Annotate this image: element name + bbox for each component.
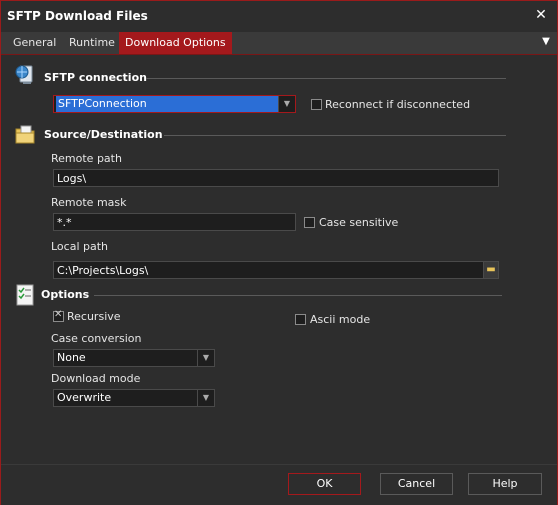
- close-button[interactable]: ✕: [531, 5, 551, 25]
- ascii-mode-label: Ascii mode: [310, 313, 371, 326]
- tab-runtime[interactable]: Runtime: [63, 32, 121, 54]
- remote-path-label: Remote path: [51, 152, 122, 165]
- remote-mask-label: Remote mask: [51, 196, 127, 209]
- chevron-down-icon: ▼: [278, 96, 295, 112]
- section-divider: [94, 295, 502, 296]
- dialog-window: SFTP Download Files ✕ General Runtime Do…: [0, 0, 558, 505]
- download-options-panel: SFTP connection SFTPConnection ▼ Reconne…: [4, 55, 554, 465]
- local-path-label: Local path: [51, 240, 109, 253]
- reconnect-checkbox[interactable]: [311, 99, 322, 110]
- download-mode-select[interactable]: Overwrite ▼: [53, 389, 215, 407]
- checklist-icon: [14, 283, 36, 306]
- remote-mask-input[interactable]: *.*: [53, 213, 296, 231]
- recursive-checkbox[interactable]: [53, 309, 64, 322]
- case-conversion-label: Case conversion: [51, 332, 142, 345]
- tab-menu-icon[interactable]: ▼: [539, 36, 553, 50]
- sftp-connection-select[interactable]: SFTPConnection ▼: [53, 95, 296, 113]
- tab-general[interactable]: General: [7, 32, 62, 54]
- sftp-connection-value: SFTPConnection: [56, 96, 278, 112]
- chevron-down-icon: ▼: [197, 390, 214, 406]
- help-button[interactable]: Help: [468, 473, 542, 495]
- section-divider: [146, 78, 506, 79]
- cancel-button[interactable]: Cancel: [380, 473, 453, 495]
- reconnect-label: Reconnect if disconnected: [325, 98, 471, 111]
- local-path-input[interactable]: C:\Projects\Logs\: [53, 261, 485, 279]
- ascii-mode-checkbox[interactable]: [295, 314, 306, 325]
- download-mode-value: Overwrite: [57, 391, 112, 404]
- folder-files-icon: [14, 123, 36, 145]
- tab-bar: General Runtime Download Options ▼: [1, 32, 557, 55]
- browse-folder-button[interactable]: ▬: [483, 261, 499, 279]
- dialog-footer: OK Cancel Help: [1, 464, 557, 505]
- case-sensitive-checkbox[interactable]: [304, 217, 315, 228]
- case-conversion-select[interactable]: None ▼: [53, 349, 215, 367]
- chevron-down-icon: ▼: [197, 350, 214, 366]
- globe-computer-icon: [14, 63, 36, 85]
- tab-download-options[interactable]: Download Options: [119, 32, 232, 54]
- ok-button[interactable]: OK: [288, 473, 361, 495]
- section-divider: [164, 135, 506, 136]
- source-destination-heading: Source/Destination: [44, 128, 163, 141]
- sftp-connection-heading: SFTP connection: [44, 71, 147, 84]
- recursive-label: Recursive: [67, 310, 121, 323]
- case-sensitive-label: Case sensitive: [319, 216, 399, 229]
- options-heading: Options: [41, 288, 90, 301]
- remote-path-input[interactable]: Logs\: [53, 169, 499, 187]
- case-conversion-value: None: [57, 351, 86, 364]
- window-title: SFTP Download Files: [7, 9, 148, 23]
- title-bar: SFTP Download Files ✕: [1, 1, 557, 31]
- download-mode-label: Download mode: [51, 372, 141, 385]
- folder-icon: ▬: [486, 264, 496, 275]
